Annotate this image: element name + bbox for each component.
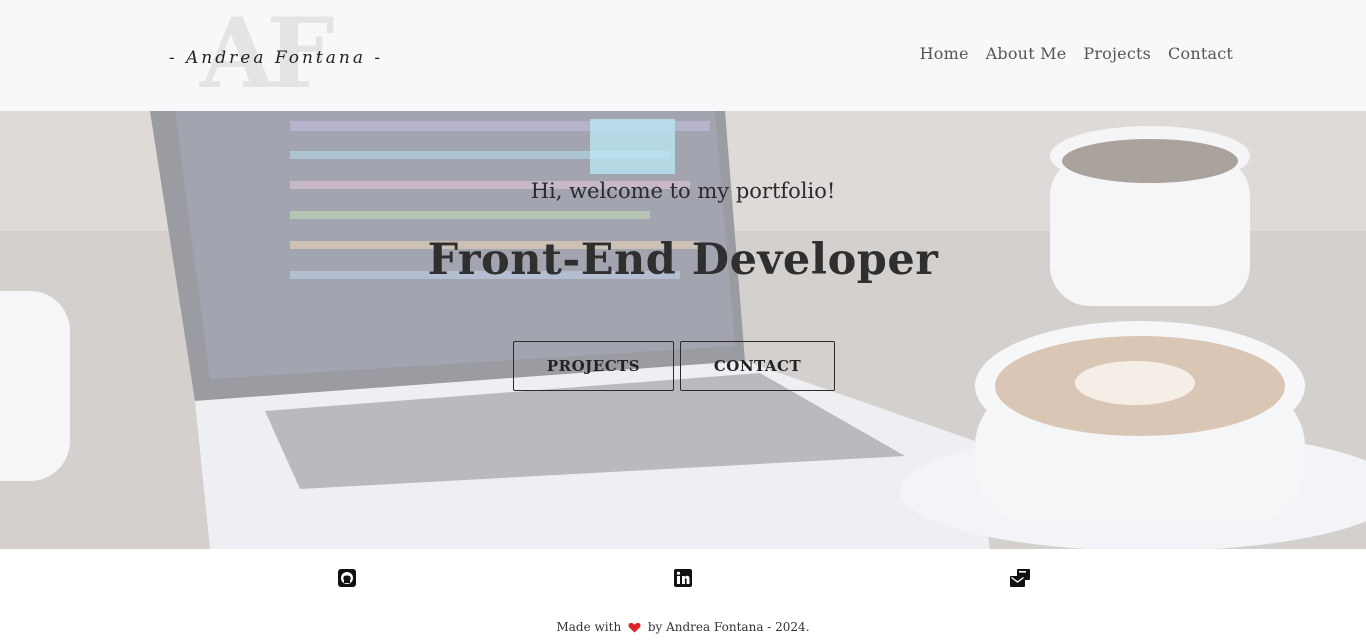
logo[interactable]: AF - Andrea Fontana - <box>160 6 392 102</box>
site-header: AF - Andrea Fontana - Home About Me Proj… <box>0 0 1366 111</box>
main-nav: Home About Me Projects Contact <box>920 44 1233 63</box>
nav-projects[interactable]: Projects <box>1083 44 1151 63</box>
nav-about-me[interactable]: About Me <box>986 44 1067 63</box>
credits-suffix: by Andrea Fontana - 2024. <box>647 620 810 634</box>
projects-button[interactable]: PROJECTS <box>513 341 674 391</box>
hero-buttons: PROJECTS CONTACT <box>513 341 835 391</box>
mail-icon[interactable] <box>1009 568 1030 588</box>
credits-prefix: Made with <box>556 620 622 634</box>
hero-title: Front-End Developer <box>427 235 939 285</box>
hero-greeting: Hi, welcome to my portfolio! <box>530 179 836 203</box>
site-footer: Made with by Andrea Fontana - 2024. <box>0 549 1366 642</box>
github-icon[interactable] <box>337 568 357 588</box>
heart-icon <box>628 622 641 636</box>
nav-home[interactable]: Home <box>920 44 969 63</box>
linkedin-icon[interactable] <box>673 568 693 588</box>
nav-contact[interactable]: Contact <box>1168 44 1233 63</box>
contact-button[interactable]: CONTACT <box>680 341 835 391</box>
hero-section: Hi, welcome to my portfolio! Front-End D… <box>0 111 1366 549</box>
footer-credits: Made with by Andrea Fontana - 2024. <box>0 620 1366 636</box>
logo-signature: - Andrea Fontana - <box>168 48 384 68</box>
hero-overlay <box>0 111 1366 549</box>
